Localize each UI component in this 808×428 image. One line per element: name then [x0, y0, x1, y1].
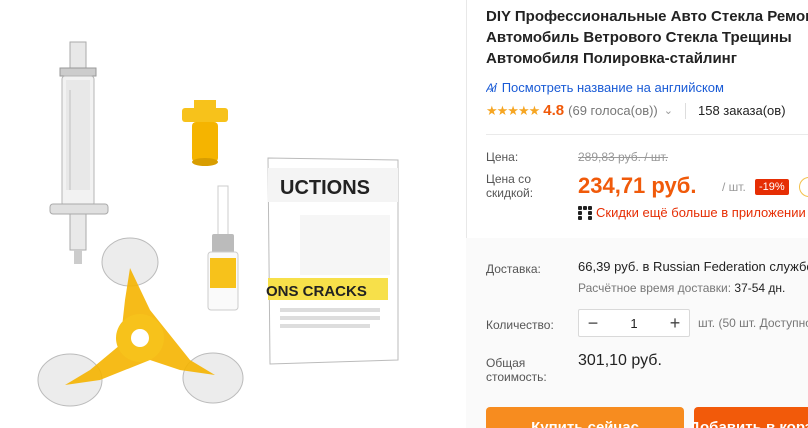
shipping-time-label: Расчётное время доставки: — [578, 281, 732, 295]
rating-stars-icon: ★★★★★ — [486, 102, 540, 118]
rating-row: ★★★★★ 4.8 (69 голоса(ов)) ⌄ 158 заказа(о… — [486, 102, 786, 119]
discount-price: 234,71 руб. — [578, 173, 697, 198]
buy-now-button[interactable]: Купить сейчас — [486, 407, 684, 428]
price-unit: / шт. — [722, 180, 746, 194]
quantity-input[interactable]: 1 — [607, 316, 661, 331]
shipping-time: Расчётное время доставки: 37-54 дн. — [578, 281, 785, 295]
total-value: 301,10 руб. — [578, 352, 662, 369]
chevron-down-icon[interactable]: ⌄ — [664, 104, 673, 117]
stock-available: шт. (50 шт. Доступно) — [698, 316, 808, 330]
rating-votes[interactable]: (69 голоса(ов)) — [568, 103, 658, 118]
old-price: 289,83 руб. / шт. — [578, 150, 669, 164]
product-info: DIY Профессиональные Авто Стекла Ремонт … — [486, 0, 808, 428]
discount-badge: -19% — [755, 179, 789, 195]
rating-separator — [684, 102, 686, 119]
quantity-label: Количество: — [486, 318, 554, 332]
translate-link[interactable]: A⁄i Посмотреть название на английском — [486, 80, 724, 95]
rating-value: 4.8 — [543, 102, 565, 119]
discount-price-label: Цена со скидкой: — [486, 172, 534, 200]
quantity-stepper: − 1 + — [578, 309, 690, 337]
product-photo: UCTIONS ONS CRACKS — [37, 41, 399, 407]
app-discount-text: Скидки ещё больше в приложении — [596, 205, 806, 220]
shipping-label: Доставка: — [486, 262, 541, 276]
shipping-value[interactable]: 66,39 руб. в Russian Federation службой — [578, 259, 808, 274]
app-discount-link[interactable]: Скидки ещё больше в приложении — [578, 205, 806, 220]
resin-bottle — [207, 185, 239, 311]
translate-icon: A⁄i — [486, 80, 497, 95]
shipping-time-value: 37-54 дн. — [734, 281, 786, 295]
instructions-sheet: UCTIONS ONS CRACKS — [266, 157, 399, 365]
instructions-heading: UCTIONS — [280, 177, 370, 199]
coupon-badge-edge[interactable] — [799, 177, 808, 197]
total-label: Общая стоимость: — [486, 356, 547, 384]
rating-divider — [486, 134, 808, 135]
price-label: Цена: — [486, 150, 519, 164]
quantity-increase-button[interactable]: + — [661, 310, 689, 336]
yellow-adapter — [182, 100, 228, 166]
translate-link-label: Посмотреть название на английском — [501, 80, 724, 95]
product-image[interactable]: UCTIONS ONS CRACKS — [0, 0, 466, 428]
product-title: DIY Профессиональные Авто Стекла Ремонт … — [486, 8, 808, 67]
orders-count: 158 заказа(ов) — [697, 103, 786, 118]
syringe-illustration — [49, 41, 109, 264]
cracks-heading: ONS CRACKS — [266, 283, 367, 300]
add-to-cart-button[interactable]: Добавить в корзину — [689, 407, 808, 428]
quantity-decrease-button[interactable]: − — [579, 310, 607, 336]
qr-code-icon — [578, 205, 592, 220]
